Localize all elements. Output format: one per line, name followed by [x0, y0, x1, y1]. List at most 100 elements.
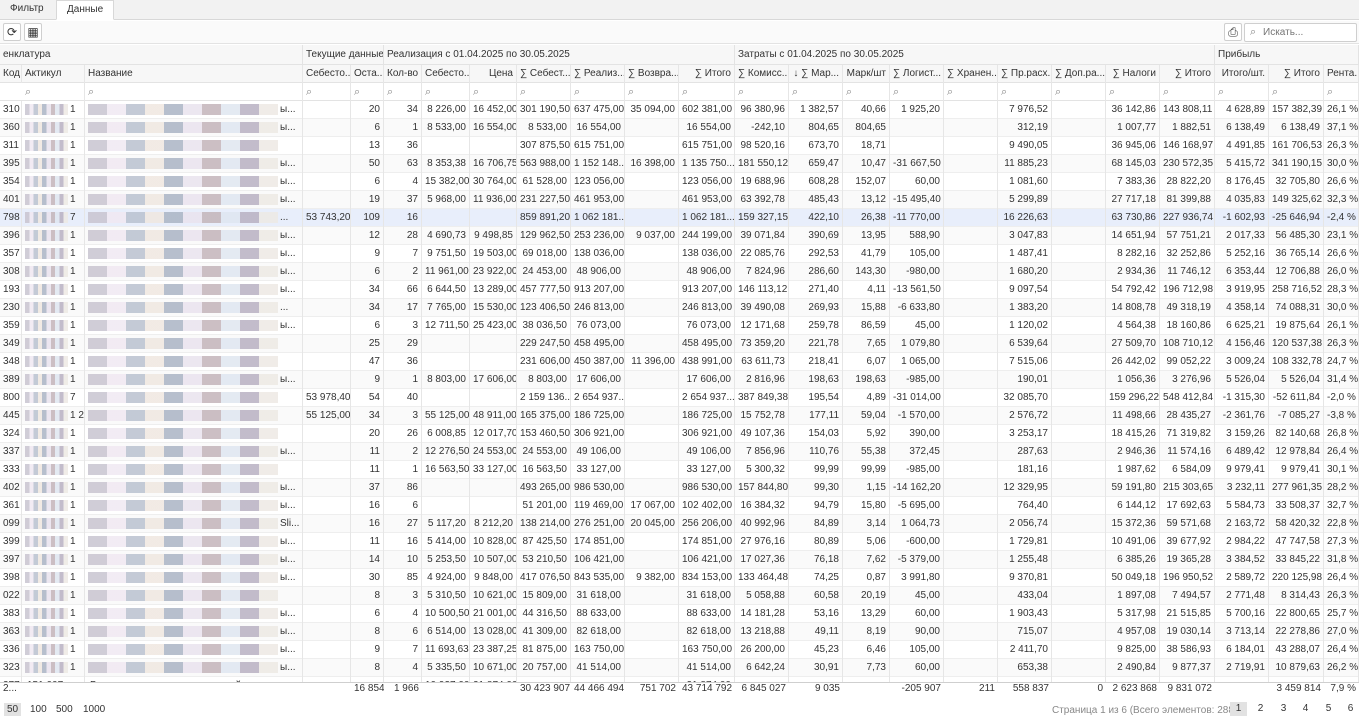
table-row[interactable]: 389 1 ы... 9 1 8 803,00 17 606,00 8 803,00 17 60…	[0, 371, 1359, 389]
column-header[interactable]: ∑ Возвра...	[625, 65, 679, 83]
filter-search-icon[interactable]: ⌕	[944, 83, 998, 101]
table-row[interactable]: 396 1 ы... 12 28 4 690,73 9 498,85 129 962,50 25…	[0, 227, 1359, 245]
table-row[interactable]: 310 1 ы... 20 34 8 226,00 16 452,00 301 190,50 6…	[0, 101, 1359, 119]
column-header[interactable]: Цена	[470, 65, 517, 83]
column-header[interactable]: ↓ ∑ Мар...	[789, 65, 843, 83]
table-row[interactable]: 354 1 ы... 6 4 15 382,00 30 764,00 61 528,00 123…	[0, 173, 1359, 191]
column-header[interactable]: Код	[0, 65, 22, 83]
table-row[interactable]: 395 1 ы... 50 63 8 353,38 16 706,75 563 988,00 1…	[0, 155, 1359, 173]
table-cell: 90,00	[890, 623, 944, 641]
filter-search-icon[interactable]: ⌕	[625, 83, 679, 101]
column-header[interactable]: Оста...	[351, 65, 384, 83]
table-row[interactable]: 337 1 ы... 11 2 12 276,50 24 553,00 24 553,00 49…	[0, 443, 1359, 461]
filter-search-icon[interactable]: ⌕	[422, 83, 470, 101]
filter-search-icon[interactable]: ⌕	[843, 83, 890, 101]
table-row[interactable]: 348 1 47 36 231 606,00 450 387,00 11 396,00 438…	[0, 353, 1359, 371]
search-box[interactable]: ⌕	[1244, 23, 1357, 42]
filter-search-icon[interactable]: ⌕	[1324, 83, 1359, 101]
table-cell: 354	[0, 173, 22, 191]
filter-search-icon[interactable]: ⌕	[1106, 83, 1160, 101]
filter-search-icon[interactable]: ⌕	[1215, 83, 1269, 101]
page-size-1000[interactable]: 1000	[80, 703, 108, 716]
column-header[interactable]: ∑ Логист...	[890, 65, 944, 83]
table-row[interactable]: 323 1 ы... 8 4 5 335,50 10 671,00 20 757,00 41 5…	[0, 659, 1359, 677]
export-icon[interactable]: ⎙	[1224, 23, 1242, 41]
refresh-icon[interactable]: ⟳	[3, 23, 21, 41]
table-row[interactable]: 099 1 Sli... 16 27 5 117,20 8 212,20 138 214,00…	[0, 515, 1359, 533]
table-row[interactable]: 311 1 13 36 307 875,50 615 751,00 615 751,00 98…	[0, 137, 1359, 155]
column-header[interactable]: ∑ Комисс...	[735, 65, 789, 83]
column-header[interactable]: Название	[85, 65, 303, 83]
search-input[interactable]	[1263, 25, 1355, 40]
page-size-50[interactable]: 50	[4, 703, 22, 716]
column-header[interactable]: Рента...	[1324, 65, 1359, 83]
column-header[interactable]: ∑ Доп.ра...	[1052, 65, 1106, 83]
table-row[interactable]: 360 1 ы... 6 1 8 533,00 16 554,00 8 533,00 16 55…	[0, 119, 1359, 137]
table-row[interactable]: 402 1 ы... 37 86 493 265,00 986 530,00 986 530,…	[0, 479, 1359, 497]
table-row[interactable]: 397 1 ы... 14 10 5 253,50 10 507,00 53 210,50 10…	[0, 551, 1359, 569]
column-header[interactable]: Итого/шт.	[1215, 65, 1269, 83]
table-cell: 11 885,23	[998, 155, 1052, 173]
page-size-100[interactable]: 100	[27, 703, 50, 716]
filter-search-icon[interactable]: ⌕	[1160, 83, 1215, 101]
column-header[interactable]: ∑ Итого	[1269, 65, 1324, 83]
column-header[interactable]: ∑ Налоги	[1106, 65, 1160, 83]
column-header[interactable]: ∑ Себест...	[517, 65, 571, 83]
table-row[interactable]: 399 1 ы... 11 16 5 414,00 10 828,00 87 425,50 17…	[0, 533, 1359, 551]
column-header[interactable]: ∑ Хранен...	[944, 65, 998, 83]
table-cell: 110,76	[789, 443, 843, 461]
table-cell: 109	[351, 209, 384, 227]
table-row[interactable]: 361 1 ы... 16 6 51 201,00 119 469,00 17 067,00 1…	[0, 497, 1359, 515]
column-header[interactable]: ∑ Итого	[1160, 65, 1215, 83]
filter-search-icon[interactable]: ⌕	[22, 83, 85, 101]
table-row[interactable]: 022 1 8 3 5 310,50 10 621,00 15 809,00 31 618,0…	[0, 587, 1359, 605]
table-cell: 60,00	[890, 659, 944, 677]
column-header[interactable]: ∑ Пр.расх...	[998, 65, 1052, 83]
table-row[interactable]: 336 1 ы... 9 7 11 693,63 23 387,25 81 875,00 163…	[0, 641, 1359, 659]
table-row[interactable]: 798 7... 53 743,20 109 16 859 891,20 1 062 181…	[0, 209, 1359, 227]
column-header[interactable]: Себесто...	[303, 65, 351, 83]
filter-search-icon[interactable]: ⌕	[735, 83, 789, 101]
filter-search-icon[interactable]: ⌕	[998, 83, 1052, 101]
table-row[interactable]: 333 1 11 1 16 563,50 33 127,00 16 563,50 33 127…	[0, 461, 1359, 479]
table-row[interactable]: 357 1 ы... 9 7 9 751,50 19 503,00 69 018,00 138 …	[0, 245, 1359, 263]
filter-search-icon[interactable]: ⌕	[679, 83, 735, 101]
column-chooser-icon[interactable]: ▦	[24, 23, 42, 41]
column-header[interactable]: Актикул	[22, 65, 85, 83]
table-row[interactable]: 800 7 53 978,40 54 40 2 159 136... 2 654 937..…	[0, 389, 1359, 407]
table-row[interactable]: 401 1 ы... 19 37 5 968,00 11 936,00 231 227,50 4…	[0, 191, 1359, 209]
table-row[interactable]: 383 1 ы... 6 4 10 500,50 21 001,00 44 316,50 88 …	[0, 605, 1359, 623]
filter-search-icon[interactable]: ⌕	[571, 83, 625, 101]
page-size-500[interactable]: 500	[53, 703, 76, 716]
filter-search-icon[interactable]: ⌕	[517, 83, 571, 101]
filter-search-icon[interactable]: ⌕	[890, 83, 944, 101]
table-cell: 548 412,84	[1160, 389, 1215, 407]
filter-search-icon[interactable]: ⌕	[1269, 83, 1324, 101]
tab-data[interactable]: Данные	[56, 0, 114, 20]
filter-search-icon[interactable]: ⌕	[1052, 83, 1106, 101]
table-row[interactable]: 359 1 ы... 6 3 12 711,50 25 423,00 38 036,50 76 …	[0, 317, 1359, 335]
table-row[interactable]: 193 1 ы... 34 66 6 644,50 13 289,00 457 777,50 9…	[0, 281, 1359, 299]
filter-search-icon[interactable]: ⌕	[351, 83, 384, 101]
column-header[interactable]: Кол-во	[384, 65, 422, 83]
table-row[interactable]: 324 1 20 26 6 008,85 12 017,70 153 460,50 306 9…	[0, 425, 1359, 443]
tab-filter[interactable]: Фильтр	[0, 0, 56, 20]
table-cell: 32 705,80	[1269, 173, 1324, 191]
table-cell: 8 226,00	[422, 101, 470, 119]
column-header[interactable]: Марк/шт	[843, 65, 890, 83]
column-header[interactable]: ∑ Итого	[679, 65, 735, 83]
table-cell	[303, 335, 351, 353]
table-row[interactable]: 363 1 ы... 8 6 6 514,00 13 028,00 41 309,00 82 6…	[0, 623, 1359, 641]
table-row[interactable]: 230 1... 34 17 7 765,00 15 530,00 123 406,50 24…	[0, 299, 1359, 317]
table-row[interactable]: 4451 2-55 125,0034355 125,0048 911,00165…	[0, 407, 1359, 425]
table-row[interactable]: 398 1 ы... 30 85 4 924,00 9 848,00 417 076,50 84…	[0, 569, 1359, 587]
filter-search-icon[interactable]: ⌕	[303, 83, 351, 101]
column-header[interactable]: Себесто...	[422, 65, 470, 83]
filter-search-icon[interactable]: ⌕	[384, 83, 422, 101]
table-row[interactable]: 308 1 ы... 6 2 11 961,00 23 922,00 24 453,00 48 …	[0, 263, 1359, 281]
column-header[interactable]: ∑ Реализ...	[571, 65, 625, 83]
filter-search-icon[interactable]: ⌕	[85, 83, 303, 101]
table-row[interactable]: 349 1 25 29 229 247,50 458 495,00 458 495,00 73…	[0, 335, 1359, 353]
filter-search-icon[interactable]: ⌕	[470, 83, 517, 101]
filter-search-icon[interactable]: ⌕	[789, 83, 843, 101]
